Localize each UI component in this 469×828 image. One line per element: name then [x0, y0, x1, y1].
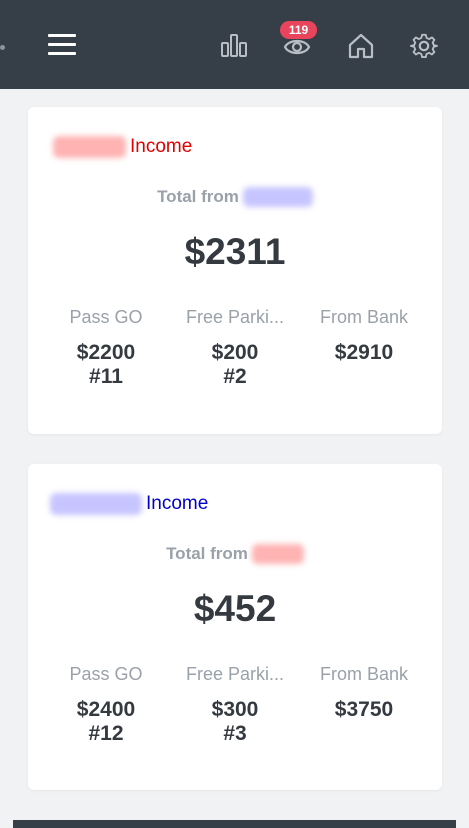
stat-from-bank: From Bank $2910 — [308, 305, 420, 389]
card-header: Income — [50, 491, 208, 517]
stats-row: Pass GO $2200 #11 Free Parki... $200 #2 … — [50, 305, 420, 389]
stat-count: #3 — [223, 722, 247, 745]
stat-label: From Bank — [319, 664, 409, 684]
stat-label: Free Parki... — [185, 307, 285, 327]
stat-value: $200 — [211, 341, 259, 364]
card-title: Income — [146, 493, 209, 514]
stat-pass-go: Pass GO $2400 #12 — [50, 662, 162, 746]
income-card: Income Total from $2311 Pass GO $2200 #1… — [28, 107, 442, 434]
stat-label: Free Parki... — [185, 664, 285, 684]
stats-row: Pass GO $2400 #12 Free Parki... $300 #3 … — [50, 662, 420, 746]
stat-free-parking: Free Parki... $200 #2 — [179, 305, 291, 389]
stat-count: #11 — [89, 365, 123, 388]
total-label: Total from — [166, 544, 248, 563]
card-header: Income — [53, 134, 192, 160]
total-line: Total from — [28, 187, 442, 207]
redacted-player-name — [53, 136, 126, 158]
redacted-player-name — [242, 187, 313, 207]
stat-pass-go: Pass GO $2200 #11 — [50, 305, 162, 389]
income-card: Income Total from $452 Pass GO $2400 #12… — [28, 464, 442, 790]
stat-count: #2 — [223, 365, 247, 388]
stat-free-parking: Free Parki... $300 #3 — [179, 662, 291, 746]
bar-chart-icon[interactable] — [220, 31, 248, 59]
stat-label: Pass GO — [69, 664, 143, 684]
stat-label: Pass GO — [69, 307, 143, 327]
stat-value: $2400 — [76, 698, 136, 721]
stat-label: From Bank — [319, 307, 409, 327]
bottom-bar — [13, 820, 456, 828]
stat-value: $2200 — [76, 341, 136, 364]
stat-value: $3750 — [334, 698, 394, 721]
total-label: Total from — [157, 187, 239, 206]
total-amount: $2311 — [184, 231, 286, 272]
notification-badge: 119 — [280, 21, 317, 39]
stat-from-bank: From Bank $3750 — [308, 662, 420, 746]
stat-value: $2910 — [334, 341, 394, 364]
menu-icon[interactable] — [48, 34, 76, 56]
top-navbar: 119 — [0, 0, 469, 89]
total-line: Total from — [28, 544, 442, 564]
card-title: Income — [130, 136, 193, 157]
stat-count: #12 — [88, 722, 124, 745]
redacted-player-name — [251, 544, 304, 564]
total-amount: $452 — [193, 588, 277, 629]
edge-dot — [0, 45, 5, 50]
redacted-player-name — [50, 493, 142, 515]
gear-icon[interactable] — [410, 32, 438, 60]
home-icon[interactable] — [347, 32, 375, 60]
stat-value: $300 — [211, 698, 259, 721]
